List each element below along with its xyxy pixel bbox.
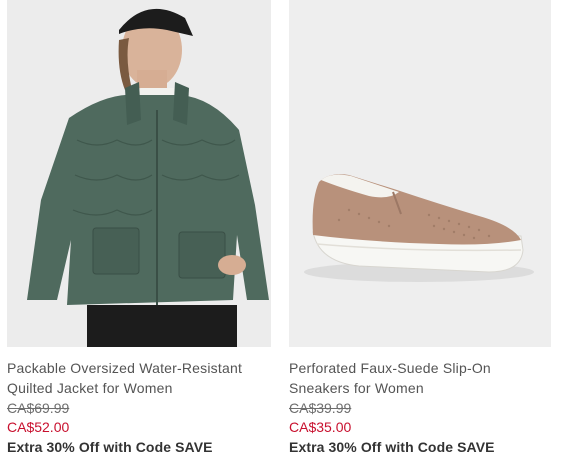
sale-price: CA$35.00: [289, 419, 352, 435]
quilted-jacket-photo: [7, 0, 271, 347]
product-title-line2: Quilted Jacket for Women: [7, 380, 173, 396]
slip-on-sneaker-photo: [289, 0, 551, 347]
original-price: CA$69.99: [7, 400, 70, 416]
original-price: CA$39.99: [289, 400, 352, 416]
product-image-sneakers[interactable]: [289, 0, 551, 347]
product-title[interactable]: Perforated Faux-Suede Slip-On Sneakers f…: [289, 358, 551, 398]
product-image-jacket[interactable]: [7, 0, 271, 347]
product-title[interactable]: Packable Oversized Water-Resistant Quilt…: [7, 358, 271, 398]
product-card-jacket[interactable]: Packable Oversized Water-Resistant Quilt…: [7, 0, 271, 457]
product-title-line1: Packable Oversized Water-Resistant: [7, 360, 243, 376]
product-title-line1: Perforated Faux-Suede Slip-On: [289, 360, 491, 376]
sale-price: CA$52.00: [7, 419, 70, 435]
promo-text: Extra 30% Off with Code SAVE: [289, 439, 495, 455]
promo-text: Extra 30% Off with Code SAVE: [7, 439, 213, 455]
product-grid: Packable Oversized Water-Resistant Quilt…: [0, 0, 567, 459]
product-title-line2: Sneakers for Women: [289, 380, 424, 396]
product-card-sneakers[interactable]: Perforated Faux-Suede Slip-On Sneakers f…: [289, 0, 551, 457]
